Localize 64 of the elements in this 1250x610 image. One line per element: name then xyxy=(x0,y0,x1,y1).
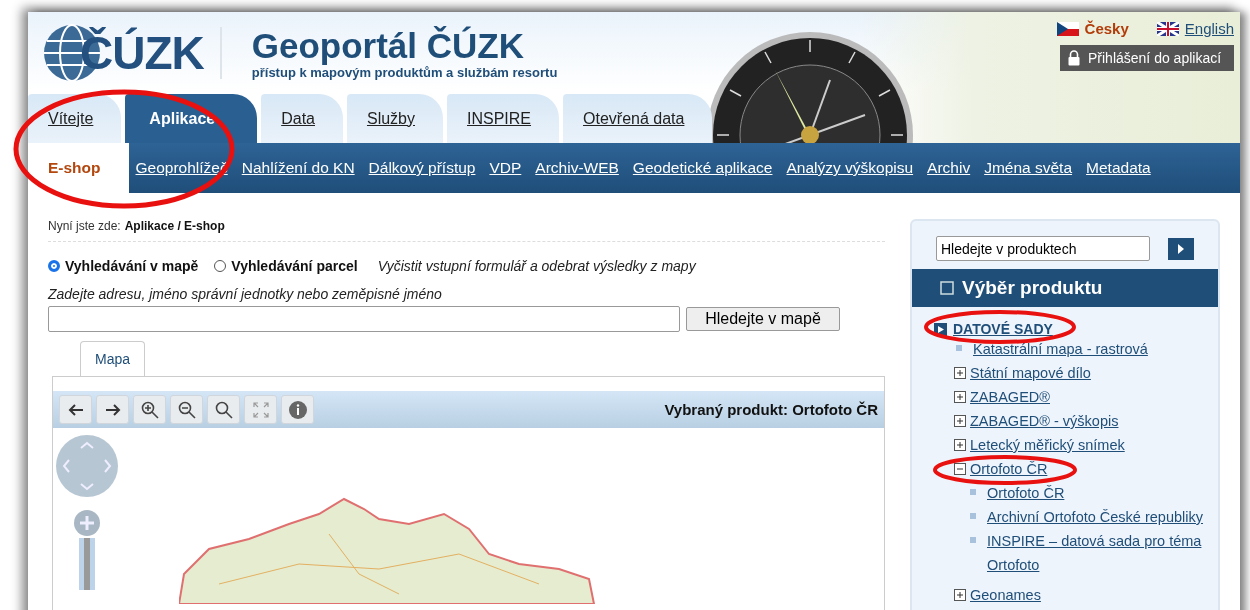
expand-icon[interactable] xyxy=(954,367,966,379)
tree-item-link[interactable]: Archivní Ortofoto České republiky xyxy=(987,505,1203,529)
uk-flag-icon xyxy=(1156,21,1179,36)
bullet-icon xyxy=(956,345,962,351)
tree-item-link[interactable]: Katastrální mapa - rastrová xyxy=(973,337,1148,361)
language-link[interactable]: Česky xyxy=(1056,20,1129,37)
breadcrumb-path: Aplikace / E-shop xyxy=(124,219,225,233)
nav-tab[interactable]: INSPIRE xyxy=(447,94,559,143)
zoom-out-icon[interactable] xyxy=(170,395,203,424)
tree-item-link[interactable]: INSPIRE – datová sada pro téma Ortofoto xyxy=(987,529,1218,577)
selected-product-label: Vybraný produkt: Ortofoto ČR xyxy=(664,401,878,418)
subnav-link[interactable]: Geodetické aplikace xyxy=(625,159,780,177)
search-map-button[interactable]: Hledejte v mapě xyxy=(686,307,840,331)
subnav-link[interactable]: Archiv xyxy=(920,159,978,177)
tree-item-link[interactable]: Letecký měřický snímek xyxy=(970,433,1125,457)
tree-item-link[interactable]: ZABAGED® xyxy=(970,385,1050,409)
bullet-icon xyxy=(970,489,976,495)
tree-item-link[interactable]: Státní mapové dílo xyxy=(970,361,1091,385)
nav-tab[interactable]: Aplikace xyxy=(125,94,258,143)
tree-item-link[interactable]: Ortofoto ČR xyxy=(970,457,1048,481)
login-button[interactable]: Přihlášení do aplikací xyxy=(1060,45,1234,71)
address-input-field[interactable] xyxy=(48,306,680,332)
zoom-in-icon[interactable] xyxy=(133,395,166,424)
tree-item-link[interactable]: Ortofoto ČR xyxy=(987,481,1065,505)
search-mode-radio[interactable]: Vyhledávání parcel xyxy=(214,258,358,274)
bullet-icon xyxy=(970,513,976,519)
map-tab[interactable]: Mapa xyxy=(80,341,146,376)
section-link[interactable]: DATOVÉ SADY xyxy=(953,321,1053,337)
subnav-link[interactable]: Nahlížení do KN xyxy=(234,159,362,177)
subnav-link[interactable]: VDP xyxy=(482,159,529,177)
czech-flag-icon xyxy=(1056,21,1079,36)
nav-tab[interactable]: Data xyxy=(261,94,343,143)
expand-icon[interactable] xyxy=(954,391,966,403)
caret-icon xyxy=(1177,243,1185,254)
subnav-link[interactable]: Metadata xyxy=(1079,159,1158,177)
subnav-link[interactable]: E-shop xyxy=(28,143,129,193)
site-title: Geoportál ČÚZK xyxy=(251,26,525,65)
search-mode-radio[interactable]: Vyhledávání v mapě xyxy=(48,258,199,274)
product-search-field[interactable]: Hledejte v produktech xyxy=(936,236,1150,261)
panel-title: Výběr produktu xyxy=(962,277,1103,299)
subnav-link[interactable]: Analýzy výškopisu xyxy=(779,159,921,177)
tree-item-link[interactable]: ZABAGED® - výškopis xyxy=(970,409,1119,433)
search-icon[interactable] xyxy=(207,395,240,424)
search-go-button[interactable] xyxy=(1168,237,1194,260)
expand-icon[interactable] xyxy=(954,589,966,601)
breadcrumb-label: Nyní jste zde: xyxy=(48,219,121,233)
info-icon[interactable] xyxy=(281,395,314,424)
address-label: Zadejte adresu, jméno správní jednotky nebo zeměpisné jméno xyxy=(48,286,443,302)
expand-icon[interactable] xyxy=(954,415,966,427)
subnav-link[interactable]: Jména světa xyxy=(977,159,1080,177)
tree-item-link[interactable]: Geonames xyxy=(970,583,1041,607)
clear-form-link[interactable]: Vyčistit vstupní formulář a odebrat výsledky z mapy xyxy=(377,258,696,274)
collapse-icon[interactable] xyxy=(954,463,966,475)
subnav-link[interactable]: Dálkový přístup xyxy=(361,159,483,177)
language-link[interactable]: English xyxy=(1156,20,1234,37)
expand-icon[interactable] xyxy=(954,439,966,451)
nav-tab[interactable]: Služby xyxy=(346,94,443,143)
nav-tab[interactable]: Otevřená data xyxy=(563,94,713,143)
site-subtitle: přístup k mapovým produktům a službám resortu xyxy=(251,64,558,80)
nav-tab[interactable]: Vítejte xyxy=(28,94,122,143)
bullet-icon xyxy=(970,537,976,543)
lock-icon xyxy=(1068,50,1080,66)
zoom-slider-icon[interactable] xyxy=(73,510,101,590)
subnav-link[interactable]: Archiv-WEB xyxy=(528,159,626,177)
